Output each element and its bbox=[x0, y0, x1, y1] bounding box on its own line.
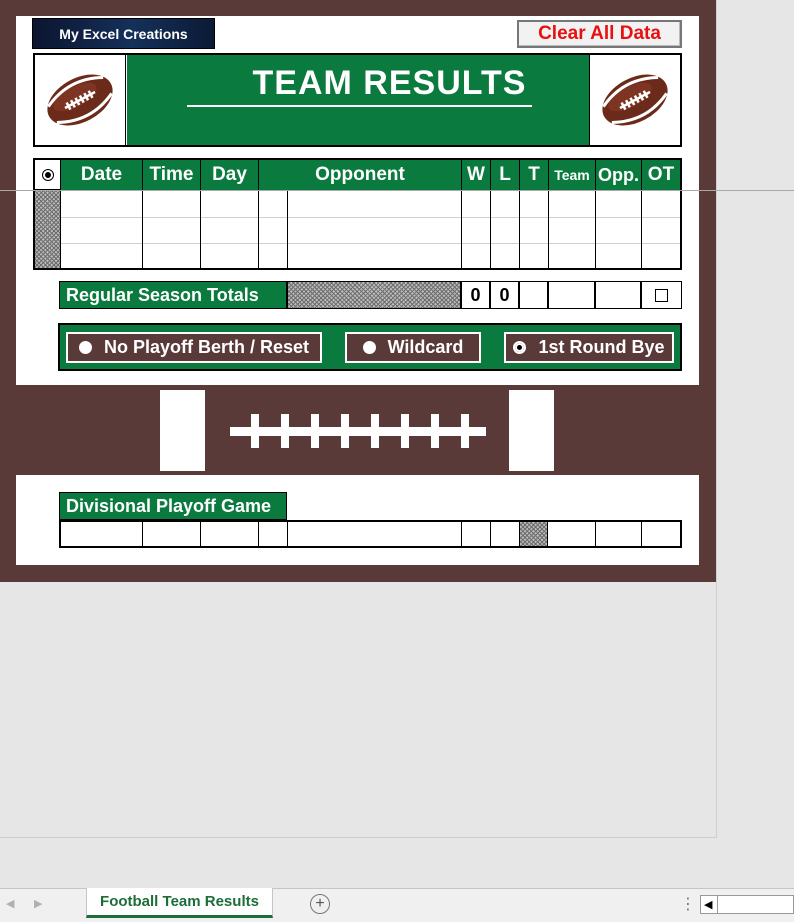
column-divider bbox=[461, 190, 462, 268]
title-area: TEAM RESULTS bbox=[127, 55, 592, 145]
row-gridline bbox=[61, 243, 680, 244]
header-losses: L bbox=[491, 160, 520, 190]
header-overtime: OT bbox=[642, 160, 680, 190]
column-divider bbox=[287, 190, 288, 268]
header-opponent: Opponent bbox=[259, 160, 462, 190]
row-selector-column[interactable] bbox=[35, 190, 61, 268]
column-divider bbox=[641, 190, 642, 268]
column-divider bbox=[595, 522, 596, 546]
column-divider bbox=[287, 522, 288, 546]
regular-season-totals-label: Regular Season Totals bbox=[59, 281, 287, 309]
column-divider bbox=[490, 190, 491, 268]
football-laces-icon bbox=[230, 414, 486, 448]
team-results-banner: TEAM RESULTS bbox=[33, 53, 682, 147]
sheet-edge bbox=[716, 0, 717, 838]
freeze-pane-line bbox=[0, 190, 794, 191]
scroll-tabs-right-icon[interactable]: ▶ bbox=[34, 897, 42, 910]
first-round-bye-option[interactable]: 1st Round Bye bbox=[504, 332, 674, 363]
column-divider bbox=[641, 522, 642, 546]
header-opp-score: Opp. bbox=[596, 160, 642, 190]
sheet-tab-football-team-results[interactable]: Football Team Results bbox=[86, 888, 273, 918]
no-playoff-berth-reset-option[interactable]: No Playoff Berth / Reset bbox=[66, 332, 322, 363]
clear-all-data-button[interactable]: Clear All Data bbox=[517, 20, 682, 48]
playoff-options-bar: No Playoff Berth / Reset Wildcard 1st Ro… bbox=[58, 323, 682, 371]
divisional-game-row[interactable] bbox=[59, 520, 682, 548]
more-options-icon[interactable]: ⋮ bbox=[680, 894, 696, 914]
horizontal-scrollbar[interactable]: ◀ bbox=[700, 895, 794, 914]
option-label: Wildcard bbox=[387, 337, 464, 357]
scroll-tabs-left-icon[interactable]: ◀ bbox=[6, 897, 14, 910]
header-ties: T bbox=[520, 160, 549, 190]
goal-post-right bbox=[509, 390, 554, 471]
overtime-checkbox-cell bbox=[641, 281, 682, 309]
column-divider bbox=[519, 190, 520, 268]
column-divider bbox=[258, 522, 259, 546]
divisional-ties-hatched-cell bbox=[519, 522, 548, 546]
column-divider bbox=[142, 190, 143, 268]
select-all-cell[interactable] bbox=[35, 160, 61, 190]
column-divider bbox=[200, 522, 201, 546]
column-divider bbox=[258, 190, 259, 268]
column-divider bbox=[200, 190, 201, 268]
radio-selected-icon bbox=[41, 168, 54, 181]
totals-hatched-cell bbox=[287, 281, 461, 309]
sheet-bottom-edge bbox=[0, 837, 717, 838]
goal-post-left bbox=[160, 390, 205, 471]
option-label: 1st Round Bye bbox=[538, 337, 665, 357]
column-divider bbox=[548, 190, 549, 268]
option-label: No Playoff Berth / Reset bbox=[103, 337, 310, 357]
column-divider bbox=[142, 522, 143, 546]
column-divider bbox=[461, 522, 462, 546]
radio-icon bbox=[78, 341, 92, 354]
header-date: Date bbox=[61, 160, 143, 190]
total-losses: 0 bbox=[490, 281, 519, 309]
title-underline bbox=[187, 105, 532, 107]
my-excel-creations-button[interactable]: My Excel Creations bbox=[32, 18, 215, 49]
scrollbar-divider bbox=[717, 896, 718, 913]
checkbox-icon[interactable] bbox=[655, 288, 668, 302]
add-sheet-icon[interactable]: + bbox=[310, 894, 330, 914]
row-gridline bbox=[61, 217, 680, 218]
results-table: Date Time Day Opponent W L T Team Opp. O… bbox=[33, 158, 682, 270]
radio-icon bbox=[362, 341, 376, 354]
total-team-score bbox=[548, 281, 595, 309]
divisional-playoff-game-label: Divisional Playoff Game bbox=[59, 492, 287, 520]
header-wins: W bbox=[462, 160, 491, 190]
football-icon bbox=[35, 55, 126, 145]
radio-selected-icon bbox=[513, 341, 527, 354]
total-opp-score bbox=[595, 281, 641, 309]
header-time: Time bbox=[143, 160, 201, 190]
header-day: Day bbox=[201, 160, 259, 190]
column-divider bbox=[595, 190, 596, 268]
scroll-left-icon[interactable]: ◀ bbox=[704, 898, 712, 911]
total-wins: 0 bbox=[461, 281, 490, 309]
wildcard-option[interactable]: Wildcard bbox=[345, 332, 481, 363]
page-title: TEAM RESULTS bbox=[252, 63, 527, 102]
header-team-score: Team bbox=[549, 160, 596, 190]
column-divider bbox=[490, 522, 491, 546]
total-ties bbox=[519, 281, 548, 309]
football-icon bbox=[589, 55, 680, 145]
